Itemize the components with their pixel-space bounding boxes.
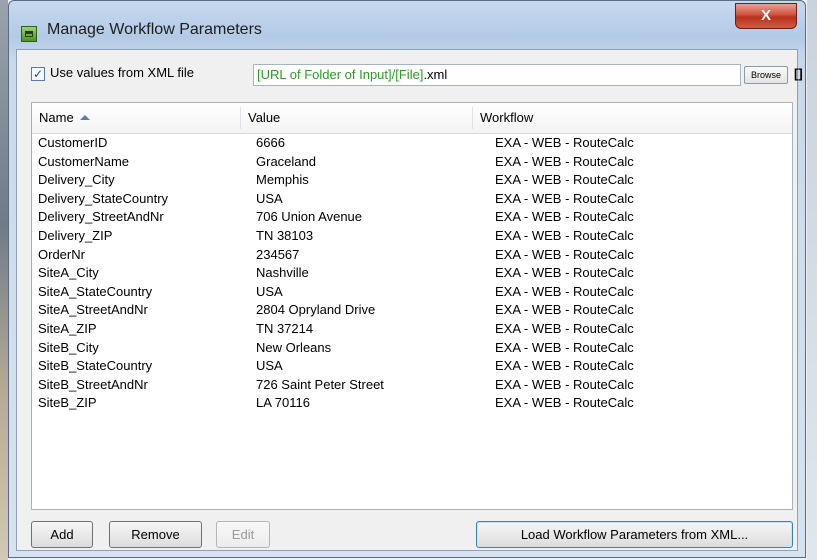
table-row[interactable]: SiteB_ZIP LA 70116 EXA - WEB - RouteCalc	[32, 394, 792, 413]
cell-workflow: EXA - WEB - RouteCalc	[495, 339, 634, 355]
cell-workflow: EXA - WEB - RouteCalc	[495, 190, 634, 206]
cell-value: USA	[256, 358, 283, 374]
cell-value: Nashville	[256, 265, 309, 281]
cell-value: 6666	[256, 135, 285, 150]
cell-value: USA	[256, 283, 283, 299]
workflow-app-icon	[21, 26, 37, 42]
cell-name: SiteA_StateCountry	[38, 283, 153, 299]
cell-value: TN 37214	[256, 320, 314, 336]
cell-value: 234567	[256, 246, 300, 262]
load-parameters-from-xml-button[interactable]: Load Workflow Parameters from XML...	[476, 521, 793, 548]
cell-value: USA	[256, 190, 283, 206]
cell-name: SiteB_StreetAndNr	[38, 376, 148, 392]
table-row[interactable]: Delivery_ZIP TN 38103 EXA - WEB - RouteCal…	[32, 227, 792, 246]
cell-name: OrderNr	[38, 246, 85, 262]
table-header: Name Value Workflow	[32, 103, 792, 134]
cell-name: CustomerID	[38, 135, 108, 150]
cell-value: 2804 Opryland Drive	[256, 302, 376, 318]
cell-value: LA 70116	[256, 395, 310, 411]
edit-button[interactable]: Edit	[216, 521, 270, 548]
table-row[interactable]: Delivery_City Memphis EXA - WEB - RouteCal…	[32, 171, 792, 190]
title-bar[interactable]: Manage Workflow Parameters X	[9, 1, 805, 51]
insert-variable-button[interactable]: []	[794, 66, 803, 81]
window-title: Manage Workflow Parameters	[47, 21, 262, 38]
cell-workflow: EXA - WEB - RouteCalc	[495, 172, 634, 188]
cell-name: SiteA_City	[38, 265, 99, 281]
table-body: CustomerID 6666 EXA - WEB - RouteCalc Custo…	[32, 134, 792, 413]
column-header-workflow[interactable]: Workflow	[473, 103, 791, 133]
column-header-value-label: Value	[248, 110, 281, 125]
table-row[interactable]: CustomerName Graceland EXA - WEB - RouteCa…	[32, 153, 792, 172]
checkmark-icon: ✓	[32, 67, 44, 81]
column-header-name-label: Name	[39, 110, 74, 125]
cell-value: TN 38103	[256, 227, 314, 243]
column-header-workflow-label: Workflow	[480, 110, 534, 125]
browse-button[interactable]: Browse	[744, 66, 788, 84]
cell-value: Graceland	[256, 153, 316, 169]
cell-workflow: EXA - WEB - RouteCalc	[495, 376, 634, 392]
close-button[interactable]: X	[735, 3, 797, 29]
cell-name: SiteB_ZIP	[38, 395, 97, 411]
table-row[interactable]: SiteA_City Nashville EXA - WEB - RouteCalc	[32, 264, 792, 283]
table-row[interactable]: Delivery_StreetAndNr 706 Union Avenue EXA …	[32, 208, 792, 227]
cell-value: 706 Union Avenue	[256, 209, 363, 225]
table-row[interactable]: SiteA_StreetAndNr 2804 Opryland Drive EXA …	[32, 301, 792, 320]
cell-name: Delivery_ZIP	[38, 227, 113, 243]
cell-workflow: EXA - WEB - RouteCalc	[495, 209, 634, 225]
cell-workflow: EXA - WEB - RouteCalc	[495, 283, 634, 299]
cell-workflow: EXA - WEB - RouteCalc	[495, 395, 634, 411]
cell-name: Delivery_StateCountry	[38, 190, 169, 206]
cell-workflow: EXA - WEB - RouteCalc	[495, 302, 634, 318]
cell-workflow: EXA - WEB - RouteCalc	[495, 265, 634, 281]
cell-workflow: EXA - WEB - RouteCalc	[495, 358, 634, 374]
cell-workflow: EXA - WEB - RouteCalc	[495, 135, 634, 150]
cell-value: 726 Saint Peter Street	[256, 376, 384, 392]
cell-value: Memphis	[256, 172, 309, 188]
manage-workflow-parameters-window: Manage Workflow Parameters X ✓ Use value…	[8, 0, 806, 558]
table-row[interactable]: SiteA_StateCountry USA EXA - WEB - RouteCa…	[32, 283, 792, 302]
cell-name: Delivery_City	[38, 172, 115, 188]
xml-path-input[interactable]: [URL of Folder of Input]/[File].xml	[253, 64, 741, 86]
cell-name: Delivery_StreetAndNr	[38, 209, 164, 225]
xml-source-row: ✓ Use values from XML file [URL of Folde…	[31, 64, 803, 88]
table-row[interactable]: SiteB_StateCountry USA EXA - WEB - RouteCa…	[32, 357, 792, 376]
remove-button[interactable]: Remove	[109, 521, 202, 548]
cell-workflow: EXA - WEB - RouteCalc	[495, 227, 634, 243]
table-row[interactable]: SiteB_StreetAndNr 726 Saint Peter Street E…	[32, 376, 792, 395]
cell-workflow: EXA - WEB - RouteCalc	[495, 320, 634, 336]
xml-path-extension: .xml	[423, 67, 448, 82]
table-row[interactable]: CustomerID 6666 EXA - WEB - RouteCalc	[32, 134, 792, 153]
cell-name: SiteB_StateCountry	[38, 358, 153, 374]
dialog-content: ✓ Use values from XML file [URL of Folde…	[16, 49, 803, 551]
column-header-name[interactable]: Name	[32, 103, 240, 133]
use-xml-label: Use values from XML file	[50, 65, 195, 80]
column-header-value[interactable]: Value	[241, 103, 472, 133]
cell-name: CustomerName	[38, 153, 130, 169]
desktop-background-left	[0, 0, 8, 560]
cell-name: SiteB_City	[38, 339, 99, 355]
parameters-table: Name Value Workflow CustomerID 6666 EXA - …	[31, 102, 793, 510]
use-xml-checkbox[interactable]: ✓	[31, 67, 45, 81]
cell-workflow: EXA - WEB - RouteCalc	[495, 246, 634, 262]
cell-value: New Orleans	[256, 339, 332, 355]
add-button[interactable]: Add	[31, 521, 93, 548]
table-row[interactable]: OrderNr 234567 EXA - WEB - RouteCalc	[32, 246, 792, 265]
desktop-background-right	[807, 0, 817, 560]
cell-name: SiteA_ZIP	[38, 320, 97, 336]
sort-ascending-icon	[79, 115, 90, 120]
table-row[interactable]: Delivery_StateCountry USA EXA - WEB - Rout…	[32, 190, 792, 209]
table-row[interactable]: SiteB_City New Orleans EXA - WEB - RouteCa…	[32, 339, 792, 358]
cell-workflow: EXA - WEB - RouteCalc	[495, 153, 634, 169]
xml-path-variable: [URL of Folder of Input]/[File]	[257, 67, 424, 82]
cell-name: SiteA_StreetAndNr	[38, 302, 148, 318]
table-row[interactable]: SiteA_ZIP TN 37214 EXA - WEB - RouteCalc	[32, 320, 792, 339]
